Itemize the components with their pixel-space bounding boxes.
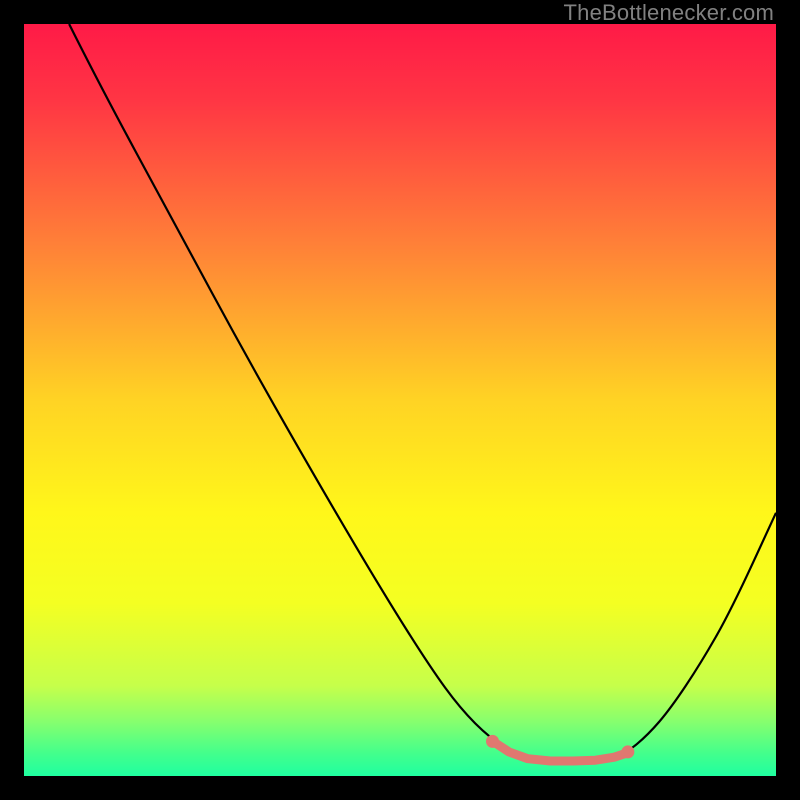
chart-frame [24,24,776,776]
bottleneck-chart [24,24,776,776]
chart-plot-area [24,24,776,776]
watermark-text: TheBottlenecker.com [564,0,774,26]
gradient-background [24,24,776,776]
green-band [24,686,776,776]
